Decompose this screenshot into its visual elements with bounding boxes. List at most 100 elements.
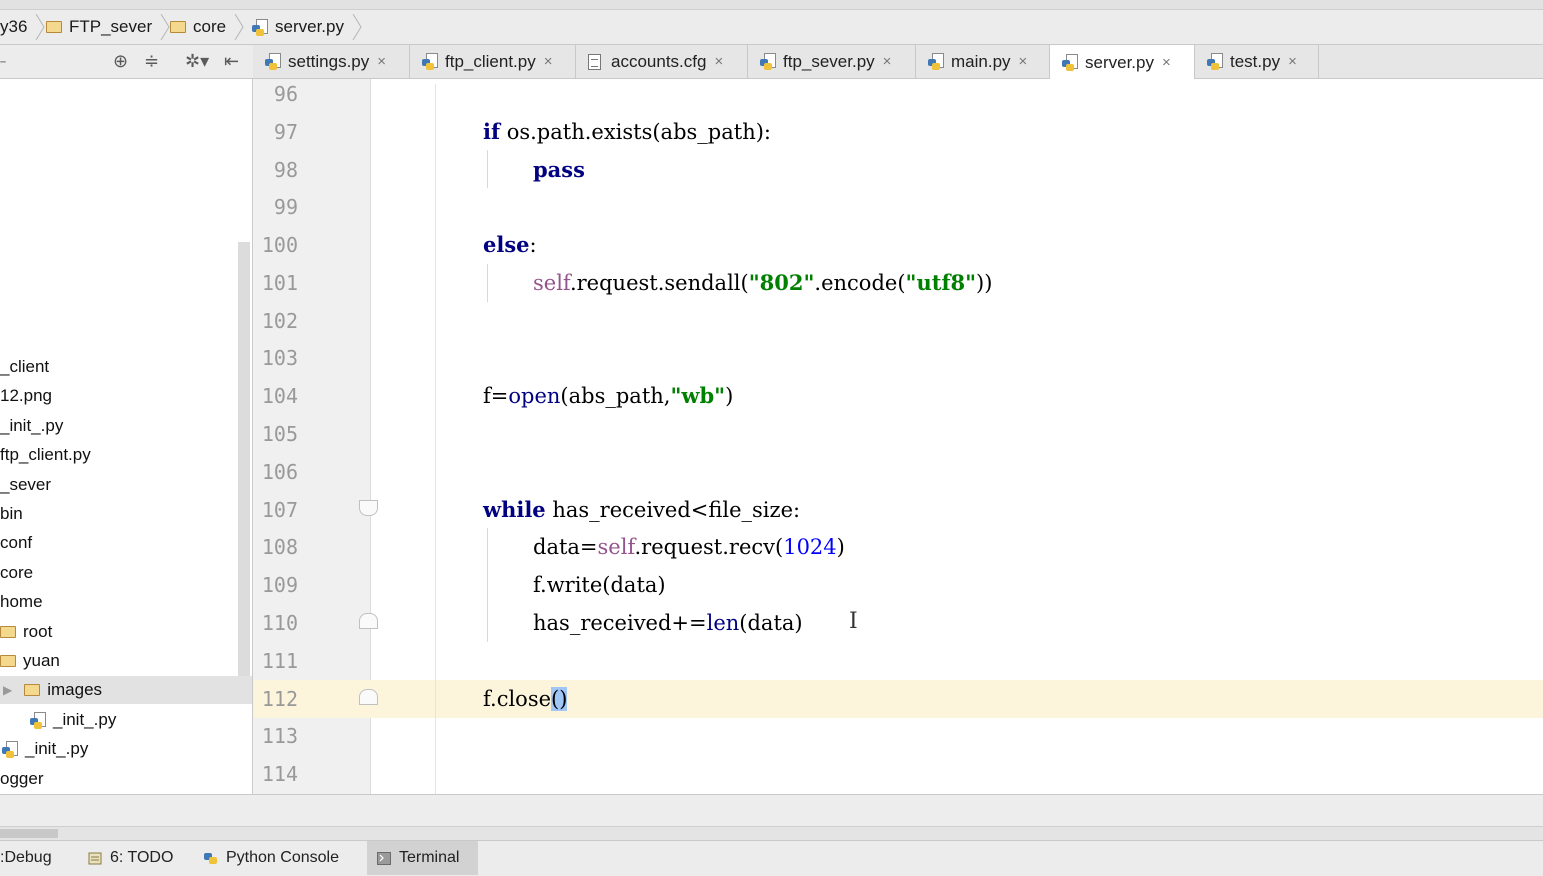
breadcrumb-label: y36 [0, 17, 28, 36]
close-icon[interactable]: × [1019, 53, 1028, 70]
code-line-110[interactable]: has_received+=len(data) [533, 604, 803, 642]
scrollbar-thumb[interactable] [0, 829, 58, 838]
code-self: self [533, 271, 570, 295]
tab-ftp-sever-py[interactable]: ftp_sever.py × [748, 45, 916, 78]
text-file-icon [588, 53, 601, 70]
collapse-all-icon[interactable]: ≑ [144, 51, 159, 71]
line-number: 97 [273, 120, 298, 144]
code-line-112[interactable]: f.close() [483, 680, 568, 718]
tab-ftp-client-py[interactable]: ftp_client.py × [410, 45, 576, 78]
tab-todo[interactable]: 6: TODO [78, 841, 183, 875]
code-text: f= [483, 384, 509, 408]
tree-item[interactable]: _client [0, 353, 49, 381]
code-string: "802" [748, 270, 815, 295]
breadcrumb-label: FTP_sever [69, 17, 153, 36]
tree-item[interactable]: _init_.py [30, 706, 116, 734]
breadcrumb-item-server-py[interactable]: server.py [252, 14, 362, 40]
code-self: self [597, 535, 635, 559]
code-line-109[interactable]: f.write(data) [533, 566, 666, 604]
line-number: 114 [261, 762, 298, 786]
tab-test-py[interactable]: test.py × [1195, 45, 1319, 78]
tree-item[interactable]: _init_.py [2, 735, 88, 763]
code-line-100[interactable]: else: [483, 226, 537, 264]
code-line-108[interactable]: data=self.request.recv(1024) [533, 528, 845, 566]
tree-item[interactable]: core [0, 559, 33, 587]
line-number: 112 [261, 687, 298, 711]
hide-panel-icon[interactable]: ⇤ [224, 51, 239, 71]
tab-settings-py[interactable]: settings.py × [253, 45, 410, 78]
tree-item-selected[interactable]: ▶ images [0, 676, 252, 704]
tab-debug[interactable]: : Debug [0, 841, 62, 875]
editor-tab-bar: settings.py × ftp_client.py × accounts.c… [253, 45, 1543, 80]
code-text: (abs_path, [560, 384, 671, 408]
tree-item[interactable]: yuan [0, 647, 60, 675]
line-number: 96 [273, 82, 298, 106]
horizontal-scrollbar[interactable] [0, 826, 1543, 841]
tree-item[interactable]: _init_.py [0, 412, 63, 440]
fold-marker-icon[interactable] [359, 613, 378, 629]
navigation-bar: y36 FTP_sever core server.py [0, 0, 1543, 45]
code-text: )) [976, 271, 993, 295]
tree-item-label: _client [0, 357, 50, 376]
tab-label: test.py [1230, 51, 1281, 71]
tab-terminal[interactable]: Terminal [367, 841, 478, 875]
close-icon[interactable]: × [1162, 54, 1171, 71]
tab-server-py[interactable]: server.py × [1050, 45, 1195, 80]
breadcrumb-label: core [193, 17, 227, 36]
code-keyword: pass [533, 157, 585, 182]
line-number: 99 [273, 195, 298, 219]
indent-margin-line [435, 84, 436, 794]
line-number: 104 [261, 384, 298, 408]
line-number: 107 [261, 498, 298, 522]
tree-item[interactable]: _sever [0, 471, 51, 499]
line-number: 98 [273, 158, 298, 182]
fold-marker-icon[interactable] [359, 689, 378, 705]
tab-python-console[interactable]: Python Console [194, 841, 349, 875]
tree-item[interactable]: ogger [0, 765, 43, 793]
tab-label: Debug [4, 849, 52, 866]
text-cursor-icon: I [849, 609, 858, 634]
code-string: "utf8" [905, 270, 977, 295]
code-line-107[interactable]: while has_received<file_size: [483, 491, 800, 529]
tab-accounts-cfg[interactable]: accounts.cfg × [576, 45, 748, 78]
breadcrumb-item-ftp-sever[interactable]: FTP_sever [46, 14, 170, 40]
code-line-104[interactable]: f=open(abs_path,"wb") [483, 377, 733, 415]
close-icon[interactable]: × [1288, 53, 1297, 70]
code-line-101[interactable]: self.request.sendall("802".encode("utf8"… [533, 264, 992, 302]
python-file-icon [2, 740, 19, 758]
code-text: data= [533, 535, 598, 559]
code-line-97[interactable]: if os.path.exists(abs_path): [483, 113, 771, 151]
code-keyword: while [483, 497, 546, 522]
close-icon[interactable]: × [714, 53, 723, 70]
breadcrumb-item-core[interactable]: core [170, 14, 244, 40]
close-icon[interactable]: × [544, 53, 553, 70]
panel-edge-icon: ˗ [0, 49, 6, 69]
close-icon[interactable]: × [883, 53, 892, 70]
tree-item[interactable]: home [0, 588, 43, 616]
locate-icon[interactable]: ⊕ [113, 51, 128, 71]
tree-item[interactable]: 12.png [0, 382, 52, 410]
tree-item[interactable]: ftp_client.py [0, 441, 91, 469]
tree-item[interactable]: bin [0, 500, 23, 528]
line-number: 102 [261, 309, 298, 333]
fold-marker-icon[interactable] [359, 500, 378, 516]
code-text: f.close [483, 687, 552, 711]
tree-scrollbar[interactable] [238, 242, 250, 700]
code-line-98[interactable]: pass [533, 151, 585, 189]
close-icon[interactable]: × [377, 53, 386, 70]
tree-item-label: 12.png [0, 386, 52, 405]
folder-icon [0, 655, 16, 667]
tree-item-label: ftp_client.py [0, 445, 91, 464]
tab-label: ftp_sever.py [783, 51, 875, 71]
line-number: 106 [261, 460, 298, 484]
breadcrumb-item-project[interactable]: y36 [0, 14, 46, 40]
folder-icon [0, 626, 16, 638]
tab-main-py[interactable]: main.py × [916, 45, 1050, 78]
gear-icon[interactable]: ✲▾ [185, 51, 209, 71]
expand-arrow-icon[interactable]: ▶ [3, 683, 12, 697]
tree-item[interactable]: conf [0, 529, 32, 557]
tree-item[interactable]: root [0, 618, 52, 646]
tree-item-label: core [0, 563, 34, 582]
line-number: 101 [261, 271, 298, 295]
folder-icon [46, 21, 62, 33]
